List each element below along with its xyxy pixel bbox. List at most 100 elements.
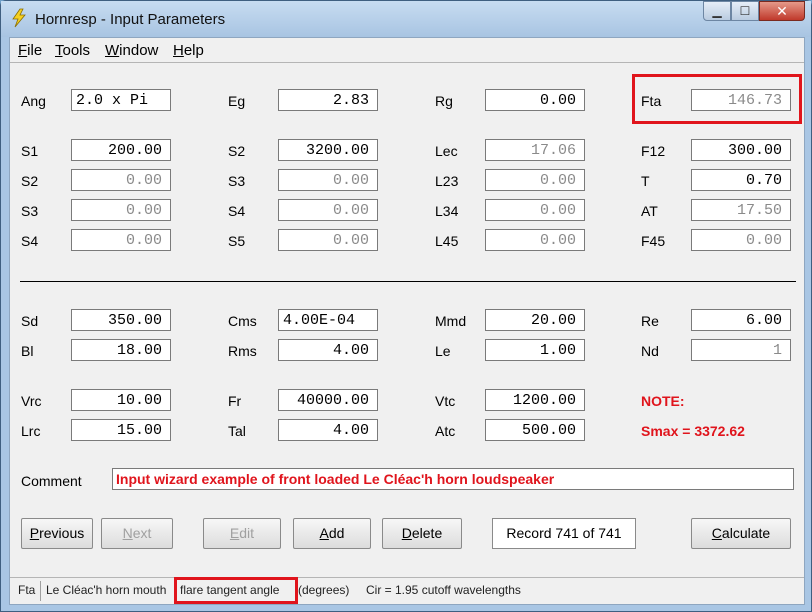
field-s2[interactable]: 3200.00 bbox=[278, 139, 378, 161]
field-t[interactable]: 0.70 bbox=[691, 169, 791, 191]
field-vrc[interactable]: 10.00 bbox=[71, 389, 171, 411]
calculate-label: Calculate bbox=[711, 525, 771, 541]
label-s2: S2 bbox=[228, 143, 246, 159]
menu-file[interactable]: File bbox=[18, 42, 42, 59]
label-s3: S3 bbox=[228, 173, 246, 189]
edit-label: Edit bbox=[229, 525, 255, 541]
field-l34: 0.00 bbox=[485, 199, 585, 221]
label-vtc: Vtc bbox=[435, 393, 456, 409]
previous-button[interactable]: Previous bbox=[21, 518, 93, 549]
status-desc-c: (degrees) bbox=[298, 583, 350, 597]
lightning-bolt-icon bbox=[12, 8, 26, 28]
label-s1: S1 bbox=[21, 143, 39, 159]
label-fr: Fr bbox=[228, 393, 242, 409]
smax-note: Smax = 3372.62 bbox=[641, 423, 745, 439]
field-re[interactable]: 6.00 bbox=[691, 309, 791, 331]
field-mmd[interactable]: 20.00 bbox=[485, 309, 585, 331]
label-f12: F12 bbox=[641, 143, 666, 159]
delete-label: Delete bbox=[401, 525, 443, 541]
fta-highlight-box bbox=[632, 74, 802, 124]
field-s4: 0.00 bbox=[278, 199, 378, 221]
status-divider bbox=[40, 581, 41, 601]
label-tal: Tal bbox=[228, 423, 246, 439]
maximize-icon: ☐ bbox=[739, 4, 751, 18]
menu-tools[interactable]: Tools bbox=[55, 42, 90, 59]
record-indicator: Record 741 of 741 bbox=[492, 518, 636, 549]
menu-window[interactable]: Window bbox=[105, 42, 158, 59]
menu-separator bbox=[10, 62, 804, 63]
label-re: Re bbox=[641, 313, 659, 329]
field-rg[interactable]: 0.00 bbox=[485, 89, 585, 111]
field-tal[interactable]: 4.00 bbox=[278, 419, 378, 441]
label-nd: Nd bbox=[641, 343, 659, 359]
title-bar[interactable]: Hornresp - Input Parameters ▁ ☐ ✕ bbox=[1, 1, 811, 37]
field-fr[interactable]: 40000.00 bbox=[278, 389, 378, 411]
field-sd[interactable]: 350.00 bbox=[71, 309, 171, 331]
label-rms: Rms bbox=[228, 343, 257, 359]
window-controls: ▁ ☐ ✕ bbox=[703, 1, 805, 23]
close-button[interactable]: ✕ bbox=[759, 1, 805, 21]
delete-button[interactable]: Delete bbox=[382, 518, 462, 549]
comment-field[interactable]: Input wizard example of front loaded Le … bbox=[112, 468, 794, 490]
previous-label: Previous bbox=[29, 525, 85, 541]
label-cms: Cms bbox=[228, 313, 257, 329]
field-vtc[interactable]: 1200.00 bbox=[485, 389, 585, 411]
input-parameters-panel: File Tools Window Help Ang 2.0 x Pi Eg 2… bbox=[9, 37, 805, 605]
field-l45: 0.00 bbox=[485, 229, 585, 251]
label-vrc: Vrc bbox=[21, 393, 42, 409]
field-ang[interactable]: 2.0 x Pi bbox=[71, 89, 171, 111]
comment-label: Comment bbox=[21, 473, 82, 489]
field-at: 17.50 bbox=[691, 199, 791, 221]
field-nd: 1 bbox=[691, 339, 791, 361]
add-button[interactable]: Add bbox=[293, 518, 371, 549]
field-s1[interactable]: 200.00 bbox=[71, 139, 171, 161]
field-eg[interactable]: 2.83 bbox=[278, 89, 378, 111]
label-s4-seg4: S4 bbox=[21, 233, 39, 249]
menu-help[interactable]: Help bbox=[173, 42, 204, 59]
field-s2-seg2: 0.00 bbox=[71, 169, 171, 191]
field-lrc[interactable]: 15.00 bbox=[71, 419, 171, 441]
minimize-button[interactable]: ▁ bbox=[703, 1, 731, 21]
label-l45: L45 bbox=[435, 233, 459, 249]
calculate-button[interactable]: Calculate bbox=[691, 518, 791, 549]
field-f45: 0.00 bbox=[691, 229, 791, 251]
status-param: Fta bbox=[18, 583, 36, 597]
app-window: Hornresp - Input Parameters ▁ ☐ ✕ File T… bbox=[0, 0, 812, 612]
field-cms[interactable]: 4.00E-04 bbox=[278, 309, 378, 331]
next-label: Next bbox=[122, 525, 152, 541]
field-s4-seg4: 0.00 bbox=[71, 229, 171, 251]
label-atc: Atc bbox=[435, 423, 456, 439]
field-l23: 0.00 bbox=[485, 169, 585, 191]
label-eg: Eg bbox=[228, 93, 246, 109]
label-bl: Bl bbox=[21, 343, 34, 359]
field-rms[interactable]: 4.00 bbox=[278, 339, 378, 361]
add-label: Add bbox=[319, 525, 345, 541]
field-bl[interactable]: 18.00 bbox=[71, 339, 171, 361]
label-le: Le bbox=[435, 343, 451, 359]
label-lrc: Lrc bbox=[21, 423, 41, 439]
note-label: NOTE: bbox=[641, 393, 685, 409]
field-atc[interactable]: 500.00 bbox=[485, 419, 585, 441]
status-desc-d: Cir = 1.95 cutoff wavelengths bbox=[366, 583, 521, 597]
label-l23: L23 bbox=[435, 173, 459, 189]
maximize-button[interactable]: ☐ bbox=[731, 1, 759, 21]
label-s5: S5 bbox=[228, 233, 246, 249]
minimize-icon: ▁ bbox=[712, 4, 722, 18]
next-button: Next bbox=[101, 518, 173, 549]
label-s4: S4 bbox=[228, 203, 246, 219]
status-desc-a: Le Cléac'h horn mouth bbox=[46, 583, 167, 597]
field-le[interactable]: 1.00 bbox=[485, 339, 585, 361]
field-s3: 0.00 bbox=[278, 169, 378, 191]
label-ang: Ang bbox=[21, 93, 46, 109]
label-rg: Rg bbox=[435, 93, 453, 109]
close-icon: ✕ bbox=[776, 2, 788, 19]
label-lec: Lec bbox=[435, 143, 458, 159]
label-mmd: Mmd bbox=[435, 313, 467, 329]
label-at: AT bbox=[641, 203, 658, 219]
status-bar: Fta Le Cléac'h horn mouth flare tangent … bbox=[10, 577, 804, 604]
label-sd: Sd bbox=[21, 313, 39, 329]
field-s3-seg3: 0.00 bbox=[71, 199, 171, 221]
section-divider bbox=[20, 281, 796, 282]
field-f12[interactable]: 300.00 bbox=[691, 139, 791, 161]
label-l34: L34 bbox=[435, 203, 459, 219]
